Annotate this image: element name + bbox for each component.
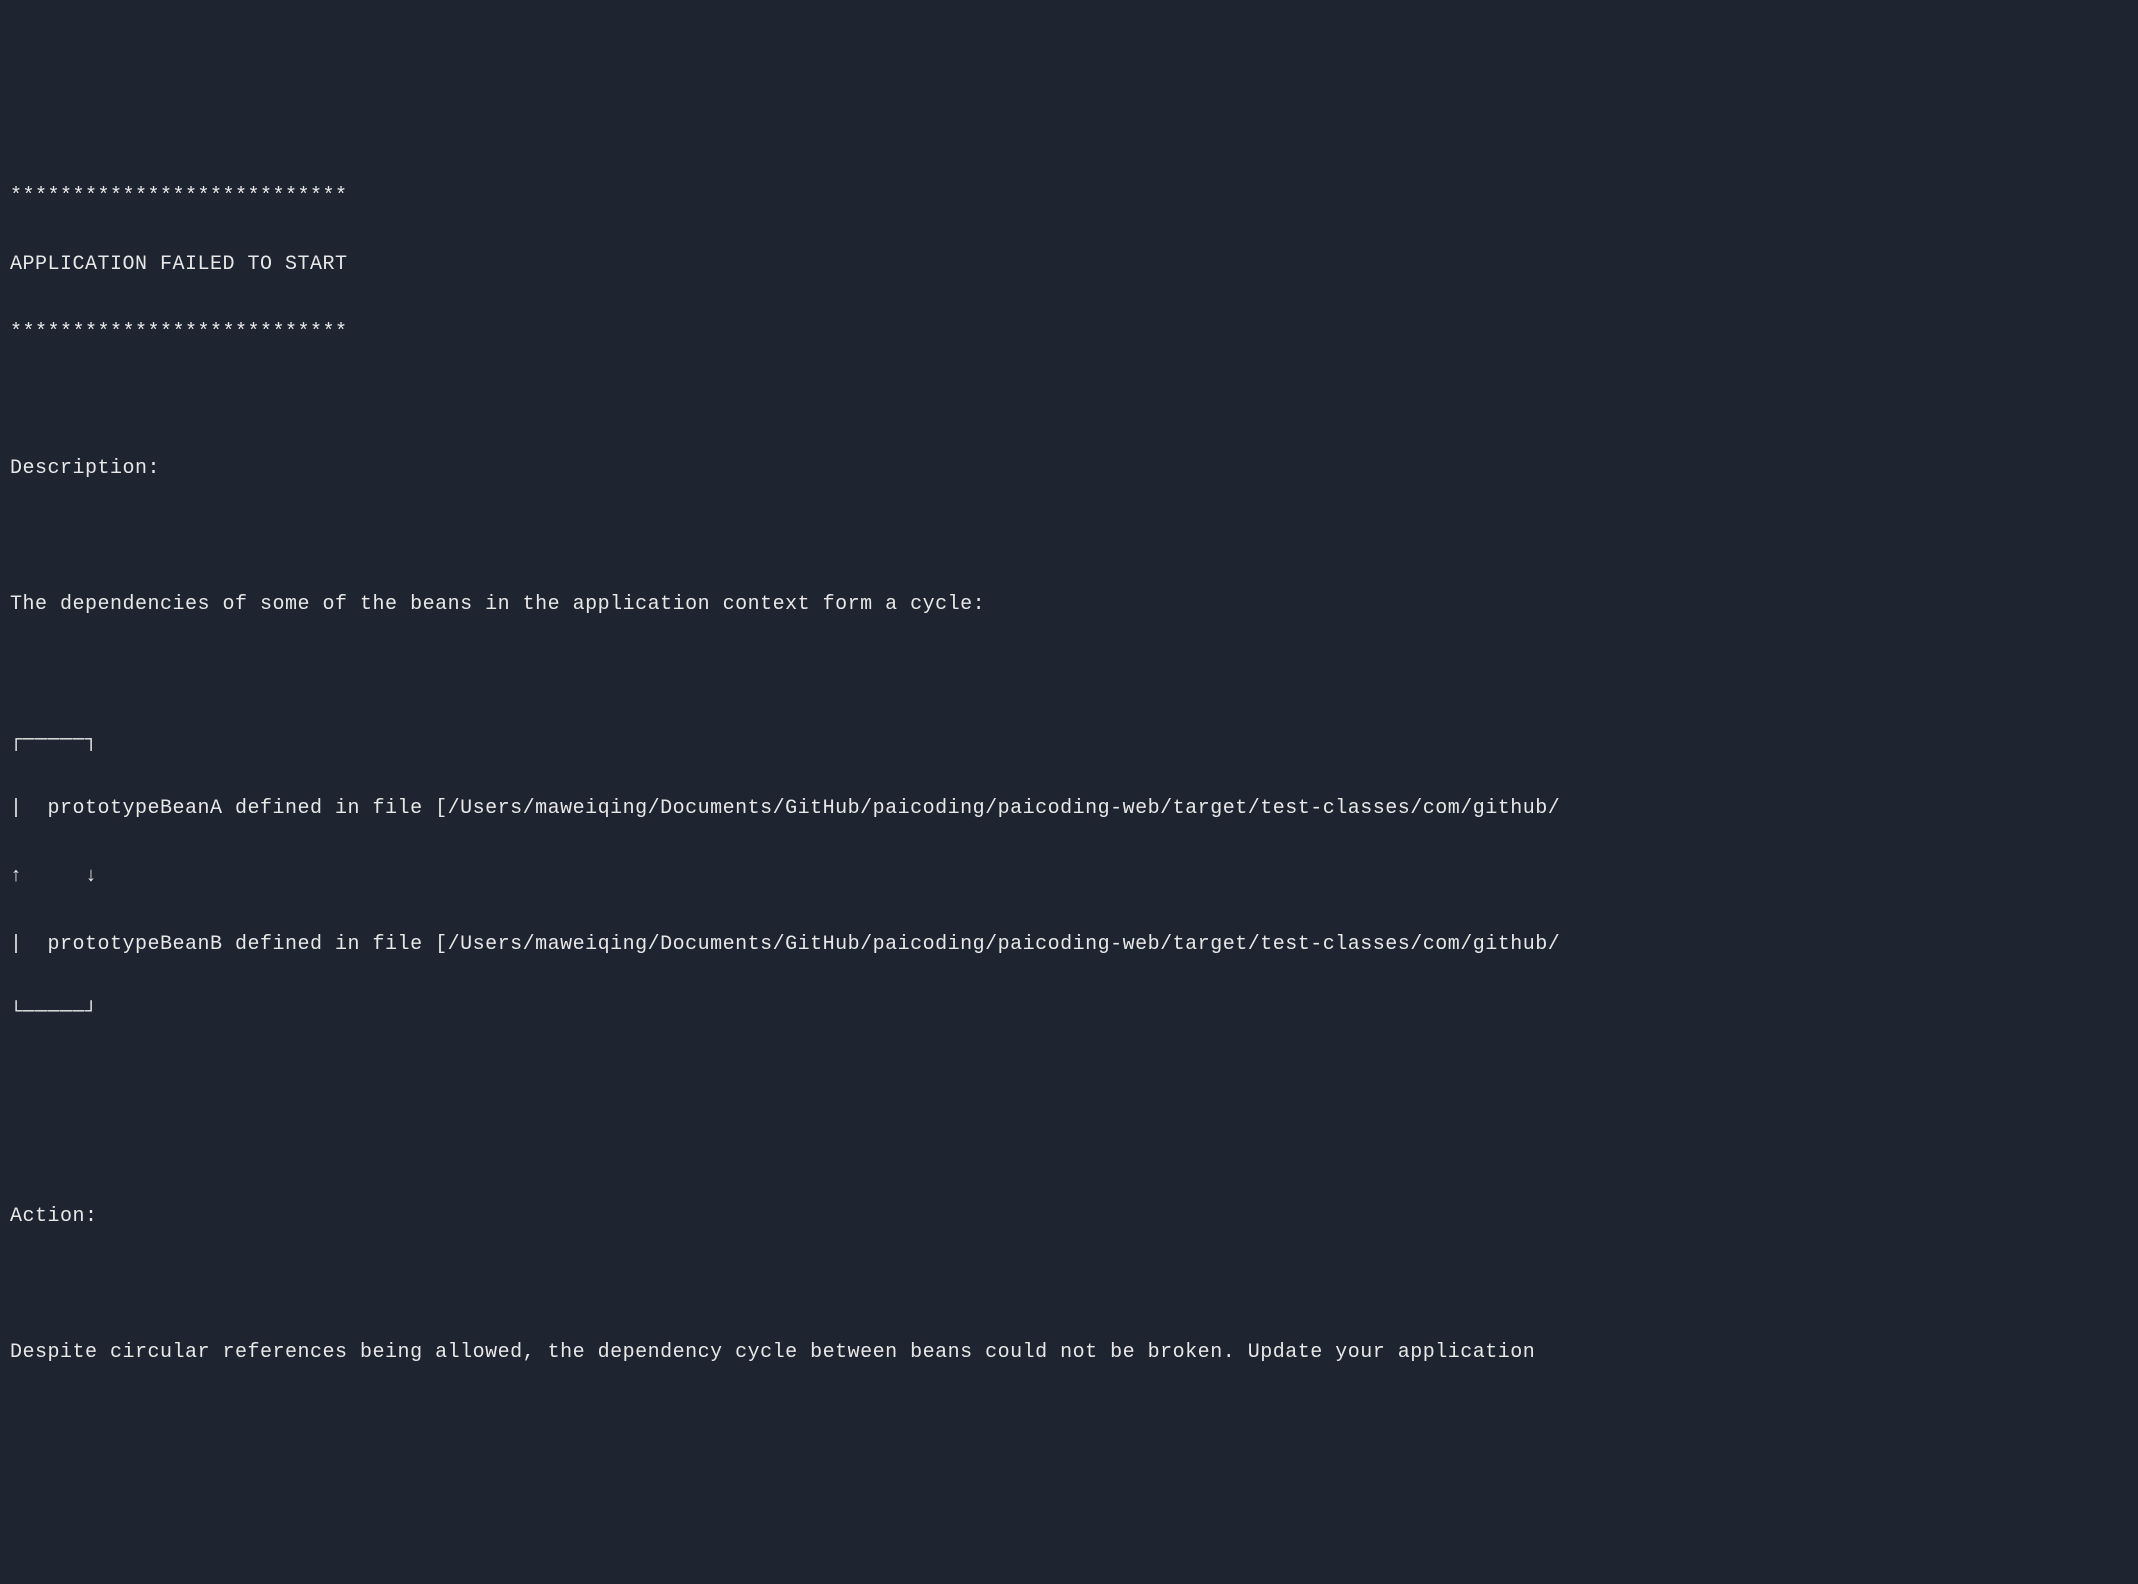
description-text: The dependencies of some of the beans in… (10, 588, 2128, 622)
blank-line (10, 520, 2128, 554)
border-bottom: *************************** (10, 316, 2128, 350)
error-title: APPLICATION FAILED TO START (10, 248, 2128, 282)
blank-line (10, 384, 2128, 418)
cycle-bottom-border: └─────┘ (10, 996, 2128, 1030)
blank-line (10, 656, 2128, 690)
blank-line (10, 1132, 2128, 1166)
blank-line (10, 1268, 2128, 1302)
action-text: Despite circular references being allowe… (10, 1336, 2128, 1370)
cycle-top-border: ┌─────┐ (10, 724, 2128, 758)
description-label: Description: (10, 452, 2128, 486)
border-top: *************************** (10, 180, 2128, 214)
cycle-bean-b: | prototypeBeanB defined in file [/Users… (10, 928, 2128, 962)
cycle-arrows: ↑ ↓ (10, 860, 2128, 894)
action-label: Action: (10, 1200, 2128, 1234)
cycle-bean-a: | prototypeBeanA defined in file [/Users… (10, 792, 2128, 826)
blank-line (10, 1064, 2128, 1098)
console-output: *************************** APPLICATION … (10, 146, 2128, 1404)
